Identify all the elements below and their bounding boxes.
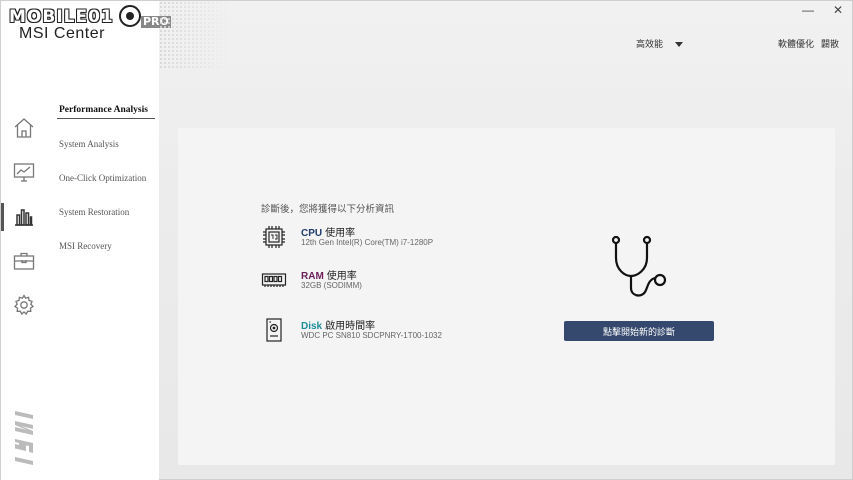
- close-menu-link[interactable]: 闢散: [821, 37, 839, 50]
- monitor-chart-icon[interactable]: [12, 160, 36, 184]
- toolbox-icon[interactable]: [12, 249, 36, 273]
- rail-active-indicator: [1, 203, 4, 231]
- menu-active-underline: [57, 118, 155, 119]
- disk-model: WDC PC SN810 SDCPNRY-1T00-1032: [301, 331, 442, 340]
- caret-down-icon: [675, 41, 684, 47]
- logo-area: MOBILE01 PRO MSI Center: [1, 1, 171, 69]
- gear-icon[interactable]: [12, 293, 36, 317]
- disk-drive-icon: [266, 318, 282, 342]
- intro-text: 診斷後，您將獲得以下分析資訊: [261, 204, 395, 215]
- close-button[interactable]: ✕: [833, 3, 843, 17]
- ram-size: 32GB (SODIMM): [301, 281, 362, 290]
- menu-item-msi-recovery[interactable]: MSI Recovery: [59, 241, 112, 251]
- performance-mode-dropdown[interactable]: 高效能: [636, 37, 684, 50]
- software-optimization-link[interactable]: 軟體優化: [778, 37, 814, 50]
- menu-item-performance-analysis[interactable]: Performance Analysis: [59, 105, 148, 115]
- cpu-model: 12th Gen Intel(R) Core(TM) i7-1280P: [301, 238, 434, 247]
- ram-module-icon: [261, 273, 287, 287]
- bar-chart-icon[interactable]: [12, 204, 36, 228]
- msi-logo-icon: [15, 411, 33, 465]
- analysis-panel: 診斷後，您將獲得以下分析資訊 CPU 使用率 12th Gen Intel(R) …: [178, 128, 835, 465]
- watermark-badge-icon: [119, 5, 141, 27]
- decorative-dots: [159, 1, 229, 69]
- app-window: MOBILE01 PRO MSI Center — ✕ 高效能 軟體優化 闢散: [0, 0, 853, 480]
- watermark-text: MOBILE01: [9, 7, 114, 27]
- cpu-chip-icon: [263, 226, 285, 248]
- icon-rail: [1, 69, 47, 480]
- home-icon[interactable]: [12, 116, 36, 140]
- start-diagnosis-button[interactable]: 點擊開始新的診斷: [564, 321, 714, 341]
- side-menu: Performance Analysis System Analysis One…: [47, 69, 159, 480]
- stethoscope-icon: [611, 235, 667, 297]
- mode-label: 高效能: [636, 39, 664, 49]
- menu-item-system-restoration[interactable]: System Restoration: [59, 207, 129, 217]
- app-title: MSI Center: [19, 25, 105, 42]
- minimize-button[interactable]: —: [802, 3, 814, 17]
- menu-item-one-click-optimization[interactable]: One-Click Optimization: [59, 173, 146, 183]
- menu-item-system-analysis[interactable]: System Analysis: [59, 139, 119, 149]
